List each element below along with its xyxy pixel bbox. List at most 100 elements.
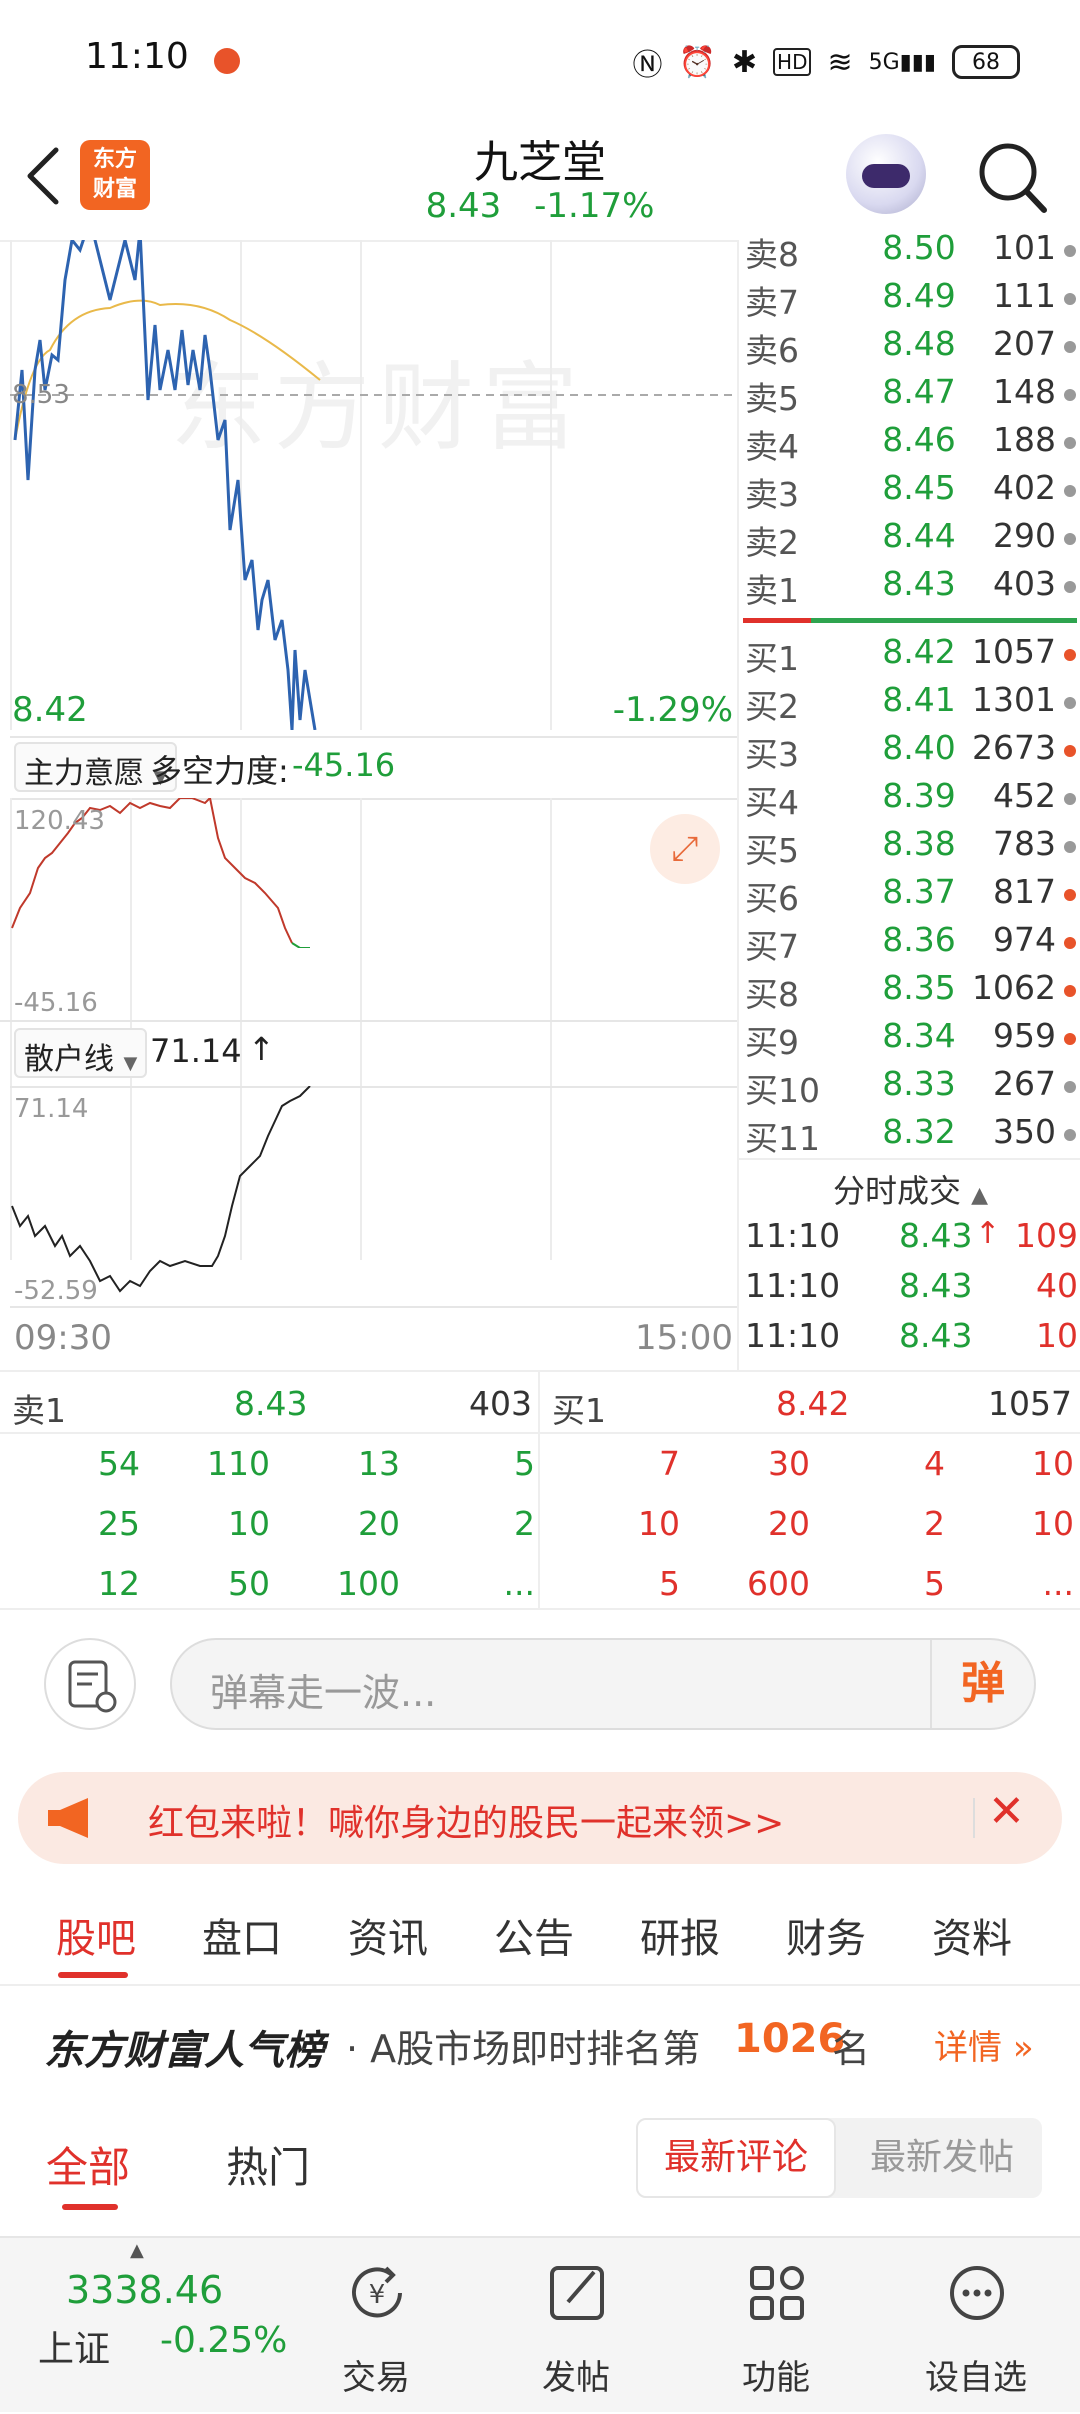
indicator1-label: 多空力度: bbox=[150, 752, 289, 790]
queue-sell-cell: ... bbox=[503, 1564, 535, 1603]
bid-dot bbox=[1064, 649, 1076, 661]
ask-price: 8.44 bbox=[882, 516, 956, 555]
time-end-label: 15:00 bbox=[635, 1318, 733, 1358]
battery-icon: 68 bbox=[952, 45, 1020, 79]
bid-price: 8.38 bbox=[882, 824, 956, 863]
index-ticker[interactable]: ▲ 3338.46 上证 -0.25% bbox=[0, 2238, 287, 2414]
order-book[interactable]: 卖8 8.50 101 卖7 8.49 111 卖6 8.48 207 卖5 8… bbox=[737, 228, 1080, 1370]
ask-price: 8.46 bbox=[882, 420, 956, 459]
indicator1-name: 主力意愿 bbox=[24, 756, 144, 791]
bid-row[interactable]: 买3 8.40 2673 bbox=[739, 728, 1080, 776]
ask-row[interactable]: 卖1 8.43 403 bbox=[739, 564, 1080, 612]
megaphone-icon bbox=[48, 1798, 88, 1838]
popularity-rank[interactable]: 东方财富人气榜 · A股市场即时排名第 1026 名 详情 » bbox=[0, 1986, 1080, 2096]
tab-0[interactable]: 股吧 bbox=[56, 1906, 136, 1964]
ask-dot bbox=[1064, 293, 1076, 305]
ask-dot bbox=[1064, 581, 1076, 593]
nfc-icon: Ⓝ bbox=[632, 48, 663, 83]
tab-1[interactable]: 盘口 bbox=[202, 1906, 282, 1964]
banner-text: 红包来啦！喊你身边的股民一起来领>> bbox=[148, 1803, 785, 1844]
bid-price: 8.37 bbox=[882, 872, 956, 911]
rank-detail-link[interactable]: 详情 » bbox=[934, 2020, 1034, 2069]
bid-row[interactable]: 买9 8.34 959 bbox=[739, 1016, 1080, 1064]
index-name: 上证 bbox=[38, 2329, 111, 2370]
tick-row: 11:10 8.43 40 bbox=[739, 1266, 1080, 1314]
bid-row[interactable]: 买4 8.39 452 bbox=[739, 776, 1080, 824]
bid-row[interactable]: 买6 8.37 817 bbox=[739, 872, 1080, 920]
tick-vol: 40 bbox=[1036, 1266, 1078, 1305]
bid-price: 8.35 bbox=[882, 968, 956, 1007]
queue-sell-cell: 50 bbox=[228, 1564, 270, 1603]
ticks-title[interactable]: 分时成交 ▲ bbox=[739, 1166, 1080, 1212]
arrow-up-icon: ↑ bbox=[248, 1030, 275, 1068]
search-icon[interactable] bbox=[976, 138, 1050, 218]
danmu-button-label: 弹 bbox=[961, 1658, 1005, 1709]
signal-icon: 5G▮▮▮ bbox=[868, 49, 936, 75]
bid-row[interactable]: 买2 8.41 1301 bbox=[739, 680, 1080, 728]
bid-row[interactable]: 买5 8.38 783 bbox=[739, 824, 1080, 872]
queue-sell-cell: 5 bbox=[514, 1444, 535, 1483]
ask-price: 8.45 bbox=[882, 468, 956, 507]
ask-vol: 148 bbox=[993, 372, 1056, 411]
tab-5[interactable]: 财务 bbox=[786, 1906, 866, 1964]
bid-row[interactable]: 买7 8.36 974 bbox=[739, 920, 1080, 968]
tab-2[interactable]: 资讯 bbox=[348, 1906, 428, 1964]
low-price-label: 8.42 bbox=[12, 690, 88, 730]
close-icon[interactable]: ✕ bbox=[988, 1786, 1025, 1837]
stock-header: 东方 财富 九芝堂 8.43 -1.17% bbox=[0, 120, 1080, 240]
queue-buy-cell: 600 bbox=[747, 1564, 810, 1603]
nav-post-label: 发帖 bbox=[542, 2358, 610, 2398]
indicator2-dropdown[interactable]: 散户线 ▼ bbox=[14, 1028, 148, 1078]
ask-vol: 188 bbox=[993, 420, 1056, 459]
ask-row[interactable]: 卖2 8.44 290 bbox=[739, 516, 1080, 564]
queue-sell-cell: 20 bbox=[358, 1504, 400, 1543]
subtab-hot[interactable]: 热门 bbox=[226, 2134, 310, 2195]
intraday-chart-area[interactable]: 东方财富 8.53 8.42 -1.29% 主力意愿 ▼ 多空力度: -45.1… bbox=[0, 240, 737, 1370]
bid-dot bbox=[1064, 697, 1076, 709]
tab-4[interactable]: 研报 bbox=[640, 1906, 720, 1964]
sort-latest-comment[interactable]: 最新评论 bbox=[636, 2118, 836, 2198]
bid-row[interactable]: 买11 8.32 350 bbox=[739, 1112, 1080, 1160]
indicator1-max: 120.43 bbox=[14, 806, 105, 836]
queue-buy-price: 8.42 bbox=[776, 1384, 850, 1423]
bottom-nav: ▲ 3338.46 上证 -0.25% ¥ 交易 发帖 功能 设自选 bbox=[0, 2236, 1080, 2412]
bid-dot bbox=[1064, 1081, 1076, 1093]
expand-icon[interactable]: ⤢ bbox=[650, 814, 720, 884]
queue-buy-cell: 5 bbox=[659, 1564, 680, 1603]
bid-row[interactable]: 买8 8.35 1062 bbox=[739, 968, 1080, 1016]
tick-time: 11:10 bbox=[745, 1266, 841, 1305]
note-button[interactable] bbox=[44, 1638, 136, 1730]
tab-6[interactable]: 资料 bbox=[932, 1906, 1012, 1964]
red-packet-banner[interactable]: 红包来啦！喊你身边的股民一起来领>> ✕ bbox=[18, 1772, 1062, 1864]
indicator1-min: -45.16 bbox=[14, 988, 98, 1018]
bid-dot bbox=[1064, 937, 1076, 949]
tick-time: 11:10 bbox=[745, 1316, 841, 1355]
subtab-all[interactable]: 全部 bbox=[46, 2134, 130, 2195]
ask-row[interactable]: 卖6 8.48 207 bbox=[739, 324, 1080, 372]
bid-price: 8.32 bbox=[882, 1112, 956, 1151]
danmu-input[interactable]: 弹幕走一波... 弹 bbox=[170, 1638, 1036, 1730]
bid-row[interactable]: 买1 8.42 1057 bbox=[739, 632, 1080, 680]
price-line-chart bbox=[10, 240, 737, 730]
ask-row[interactable]: 卖5 8.47 148 bbox=[739, 372, 1080, 420]
bid-dot bbox=[1064, 1129, 1076, 1141]
tick-vol: 109 bbox=[1015, 1216, 1078, 1255]
queue-sell-cell: 110 bbox=[207, 1444, 270, 1483]
robot-assistant-icon[interactable] bbox=[846, 134, 926, 214]
ask-row[interactable]: 卖8 8.50 101 bbox=[739, 228, 1080, 276]
ask-row[interactable]: 卖4 8.46 188 bbox=[739, 420, 1080, 468]
sort-latest-post[interactable]: 最新发帖 bbox=[842, 2118, 1042, 2198]
queue-buy-cell: ... bbox=[1042, 1564, 1074, 1603]
tick-row: 11:10 8.43 ↑ 109 bbox=[739, 1216, 1080, 1264]
tab-3[interactable]: 公告 bbox=[494, 1906, 574, 1964]
danmu-button[interactable]: 弹 bbox=[930, 1640, 1034, 1728]
ask-row[interactable]: 卖3 8.45 402 bbox=[739, 468, 1080, 516]
bid-row[interactable]: 买10 8.33 267 bbox=[739, 1064, 1080, 1112]
ask-row[interactable]: 卖7 8.49 111 bbox=[739, 276, 1080, 324]
ask-dot bbox=[1064, 485, 1076, 497]
bid-label: 买4 bbox=[745, 783, 799, 822]
note-settings-icon bbox=[68, 1660, 117, 1713]
nav-trade-label: 交易 bbox=[342, 2358, 410, 2398]
bid-dot bbox=[1064, 793, 1076, 805]
index-value: 3338.46 bbox=[66, 2268, 224, 2312]
